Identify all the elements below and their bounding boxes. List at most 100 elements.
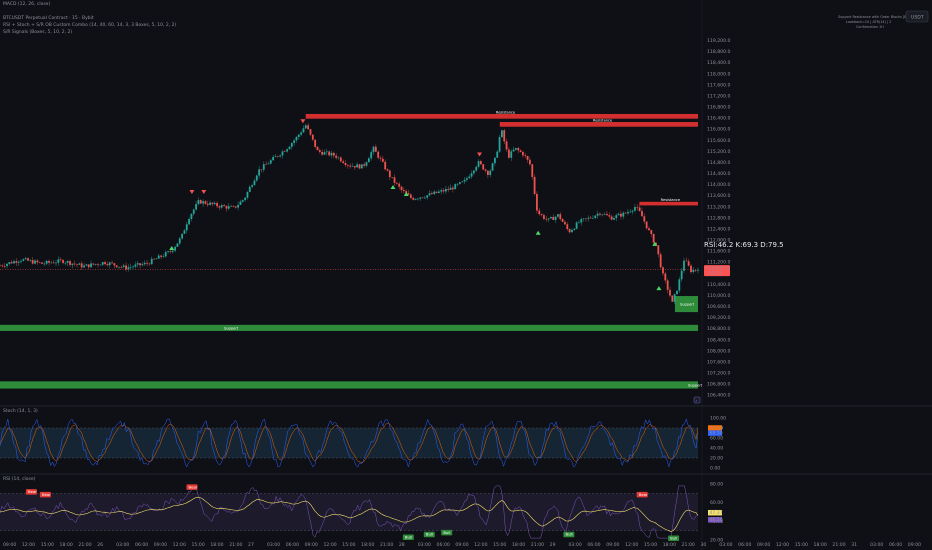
candle-body [669, 289, 671, 296]
rsi-readout: RSI:46.2 K:69.3 D:79.5 [704, 241, 784, 249]
time-axis-label: 15:00 [342, 542, 355, 548]
scroll-arrow-icon: › [695, 399, 697, 404]
candle-body [636, 207, 639, 208]
candle-body [27, 258, 29, 261]
rsi-tag-text: 46.20 [710, 517, 723, 523]
stoch-panel-title[interactable]: Stoch (14, 1, 3) [3, 408, 38, 414]
candle-body [564, 221, 566, 225]
indicator-legend-signals[interactable]: S/R Signals (Boxes, 5, 10, 2, 2) [3, 29, 72, 35]
candle-body [468, 176, 471, 179]
candle-body [346, 165, 349, 166]
rsi-bull-signal[interactable]: Bull [423, 532, 435, 538]
rsi-signal-label: Bear [28, 489, 37, 494]
candle-body [22, 259, 25, 261]
time-axis-label: 21:00 [78, 542, 91, 548]
candle-body [73, 263, 76, 265]
candle-body [538, 210, 541, 215]
resistance-zone-label: Resistance [661, 198, 681, 202]
candle-body [206, 203, 209, 205]
candle-body [141, 264, 144, 266]
rsi-panel-title[interactable]: RSI (14, close) [3, 476, 36, 482]
stoch-axis-label: 40.00 [710, 446, 723, 452]
candle-body [423, 197, 426, 199]
resistance-zone[interactable] [639, 201, 698, 206]
candle-body [442, 190, 445, 192]
usdt-currency-button[interactable]: USDT [905, 10, 929, 23]
candle-body [192, 209, 195, 214]
resistance-zone[interactable] [305, 113, 698, 119]
candle-body [213, 202, 216, 205]
candle-body [631, 210, 634, 212]
rsi-bear-signal[interactable]: Bear [25, 489, 37, 495]
candle-body [113, 263, 116, 266]
current-price-tag[interactable]: 110,931.613:11 [704, 265, 730, 277]
candle-body [494, 157, 496, 164]
time-axis-label: 12:00 [776, 542, 789, 548]
candle-body [272, 156, 275, 161]
candle-body [309, 129, 312, 135]
candle-body [694, 270, 697, 271]
resistance-zone[interactable] [499, 122, 698, 127]
candle-body [620, 213, 622, 217]
price-axis-label: 108,400.0 [707, 337, 730, 343]
candle-body [76, 264, 78, 265]
candle-body [66, 261, 69, 263]
candle-body [498, 137, 501, 152]
stoch-k-tag-text: 69.30 [710, 431, 723, 437]
rsi-bull-signal[interactable]: Bull [441, 530, 453, 536]
time-axis-label: 18:00 [60, 542, 73, 548]
candle-body [582, 218, 585, 220]
candle-body [1, 265, 4, 267]
candle-body [283, 151, 286, 153]
rsi-bull-signal[interactable]: Bull [402, 534, 414, 541]
candle-body [353, 166, 356, 168]
candle-body [195, 204, 197, 210]
scroll-to-latest-button[interactable]: › [693, 396, 701, 404]
candle-body [503, 130, 506, 142]
candle-body [176, 243, 179, 247]
time-axis-label: 06:00 [135, 542, 148, 548]
usdt-badge-label: USDT [911, 15, 924, 21]
chart-title[interactable]: BTCUSDT Perpetual Contract · 15 · Bybit [3, 15, 94, 21]
candle-body [211, 202, 214, 205]
candle-body [31, 260, 34, 264]
candle-body [645, 221, 648, 229]
price-axis-label: 112,800.0 [707, 215, 730, 221]
candle-body [85, 264, 88, 266]
rsi-bear-signal[interactable]: Bear [186, 484, 198, 490]
candle-body [512, 149, 515, 152]
chart-canvas[interactable]: Resistance Resistance Resistance Support Sup… [0, 0, 932, 550]
candle-body [164, 252, 167, 257]
candle-body [344, 162, 347, 166]
candle-body [6, 263, 8, 267]
stoch-axis-label: 0.00 [710, 466, 720, 472]
price-axis-label: 119,200.0 [707, 38, 730, 44]
price-axis-label: 109,200.0 [707, 315, 730, 321]
indicator-legend-combo[interactable]: RSI + Stoch + S/R OB Custom Combo (14, 4… [3, 22, 176, 28]
candle-body [169, 251, 172, 252]
candle-body [227, 206, 230, 209]
rsi-bull-signal[interactable]: Bull [668, 535, 680, 541]
candle-body [358, 164, 361, 169]
price-axis-label: 115,600.0 [707, 138, 730, 144]
candle-body [659, 254, 662, 268]
candle-body [160, 255, 162, 257]
time-axis-label: 15:00 [795, 542, 808, 548]
candle-body [297, 134, 300, 137]
candle-body [489, 170, 492, 176]
rsi-bull-signal[interactable]: Bull [563, 532, 575, 538]
candle-body [650, 230, 653, 234]
rsi-bear-signal[interactable]: Bear [636, 492, 648, 498]
support-zone[interactable] [0, 324, 698, 331]
candle-body [232, 206, 235, 207]
candle-body [253, 180, 256, 186]
candle-body [529, 159, 531, 165]
support-zone[interactable] [0, 381, 698, 389]
candle-body [454, 184, 457, 190]
candle-body [662, 267, 664, 274]
candle-body [71, 263, 74, 265]
rsi-bear-signal[interactable]: Bear [39, 492, 51, 498]
candle-body [0, 265, 1, 267]
candle-body [697, 269, 699, 271]
price-axis-label: 118,800.0 [707, 49, 730, 55]
